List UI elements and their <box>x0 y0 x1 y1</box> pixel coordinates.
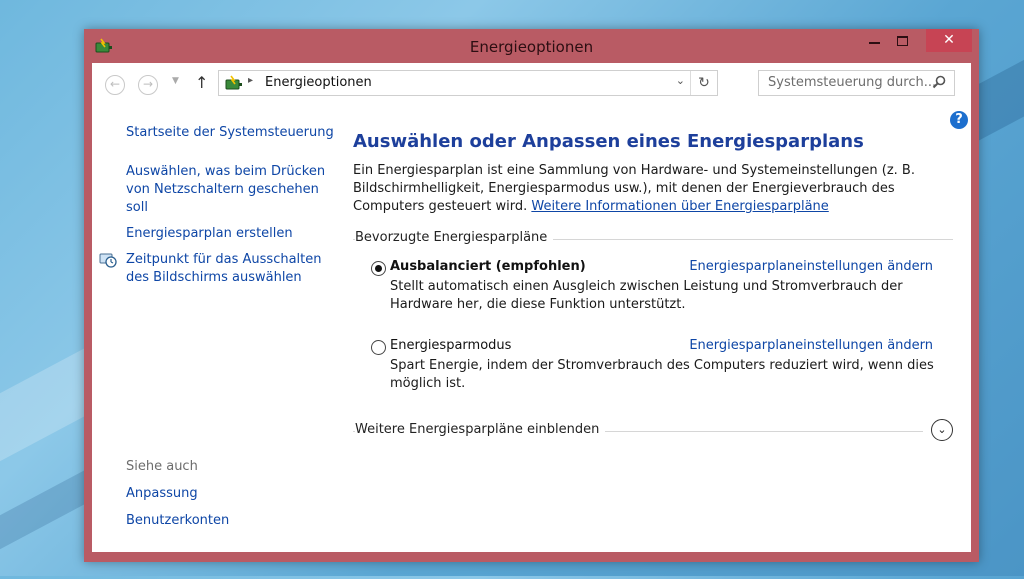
address-history-button[interactable]: ⌄ <box>676 74 685 87</box>
title-bar[interactable]: Energieoptionen ✕ <box>84 29 979 63</box>
expand-button[interactable]: ⌄ <box>931 419 953 441</box>
breadcrumb-separator-icon[interactable]: ▸ <box>248 75 253 86</box>
navigation-bar: ← → ▼ ↑ ▸ Energieoptionen ⌄ ↻ Systemsteu… <box>92 63 971 107</box>
back-button[interactable]: ← <box>105 75 125 95</box>
plan-balanced: Ausbalanciert (empfohlen) Energiesparpla… <box>353 259 953 314</box>
group-label: Bevorzugte Energiesparpläne <box>355 230 554 245</box>
show-more-plans-row[interactable]: Weitere Energiesparpläne einblenden ⌄ <box>353 419 953 441</box>
sidebar-item: Zeitpunkt für das Ausschalten des Bildsc… <box>99 251 336 287</box>
arrow-left-icon: ← <box>109 77 121 91</box>
plan-settings-link-balanced[interactable]: Energiesparplaneinstellungen ändern <box>689 259 933 274</box>
help-icon[interactable]: ? <box>950 111 968 129</box>
recent-locations-dropdown[interactable]: ▼ <box>172 76 179 86</box>
arrow-up-icon: ↑ <box>195 73 209 92</box>
page-title: Auswählen oder Anpassen eines Energiespa… <box>353 131 864 152</box>
power-options-icon <box>225 75 242 90</box>
main-panel: Auswählen oder Anpassen eines Energiespa… <box>353 131 953 441</box>
arrow-right-icon: → <box>142 77 154 91</box>
see-also-link-user-accounts[interactable]: Benutzerkonten <box>126 512 229 530</box>
plan-radio-power-saver[interactable] <box>371 340 386 355</box>
plan-power-saver: Energiesparmodus Energiesparplaneinstell… <box>353 338 953 393</box>
search-box[interactable]: Systemsteuerung durch... <box>758 70 955 96</box>
forward-button[interactable]: → <box>138 75 158 95</box>
see-also-list: Anpassung Benutzerkonten <box>126 485 229 539</box>
window-title: Energieoptionen <box>469 38 594 56</box>
search-icon[interactable] <box>932 75 946 89</box>
plan-settings-link-power-saver[interactable]: Energiesparplaneinstellungen ändern <box>689 338 933 353</box>
chevron-down-icon: ▼ <box>172 76 179 86</box>
clock-shield-icon <box>99 253 117 268</box>
plan-radio-balanced[interactable] <box>371 261 386 276</box>
refresh-icon: ↻ <box>698 75 710 91</box>
minimize-icon <box>869 42 880 44</box>
maximize-icon <box>897 36 908 46</box>
see-also-heading: Siehe auch <box>126 459 198 474</box>
plan-description: Spart Energie, indem der Stromverbrauch … <box>390 358 934 391</box>
chevron-down-icon: ⌄ <box>937 423 947 436</box>
sidebar-link-power-buttons[interactable]: Auswählen, was beim Drücken von Netzscha… <box>126 163 336 217</box>
close-icon: ✕ <box>943 32 955 48</box>
up-button[interactable]: ↑ <box>195 73 208 92</box>
content-area: Startseite der Systemsteuerung Auswählen… <box>92 107 971 552</box>
sidebar-item: Auswählen, was beim Drücken von Netzscha… <box>126 163 336 217</box>
minimize-button[interactable] <box>861 29 889 52</box>
see-also-link-personalization[interactable]: Anpassung <box>126 485 229 503</box>
maximize-button[interactable] <box>889 29 917 52</box>
show-more-plans-label[interactable]: Weitere Energiesparpläne einblenden <box>355 422 606 437</box>
close-button[interactable]: ✕ <box>926 29 972 52</box>
energy-options-window: Energieoptionen ✕ ← → ▼ ↑ ▸ Energieoptio… <box>84 29 979 562</box>
sidebar-link-create-plan[interactable]: Energiesparplan erstellen <box>126 225 336 243</box>
sidebar-link-control-panel-home[interactable]: Startseite der Systemsteuerung <box>126 124 336 142</box>
page-description: Ein Energiesparplan ist eine Sammlung vo… <box>353 162 953 216</box>
sidebar-link-display-off-time[interactable]: Zeitpunkt für das Ausschalten des Bildsc… <box>126 251 336 287</box>
sidebar: Startseite der Systemsteuerung Auswählen… <box>99 124 336 295</box>
breadcrumb-energy-options[interactable]: Energieoptionen <box>265 75 372 90</box>
address-bar[interactable]: ▸ Energieoptionen ⌄ ↻ <box>218 70 718 96</box>
sidebar-item: Energiesparplan erstellen <box>126 225 336 243</box>
preferred-plans-group: Bevorzugte Energiesparpläne <box>353 230 953 248</box>
more-info-link[interactable]: Weitere Informationen über Energiesparpl… <box>531 199 828 214</box>
plan-description: Stellt automatisch einen Ausgleich zwisc… <box>390 279 903 312</box>
search-input[interactable]: Systemsteuerung durch... <box>768 75 936 90</box>
refresh-button[interactable]: ↻ <box>690 71 717 95</box>
